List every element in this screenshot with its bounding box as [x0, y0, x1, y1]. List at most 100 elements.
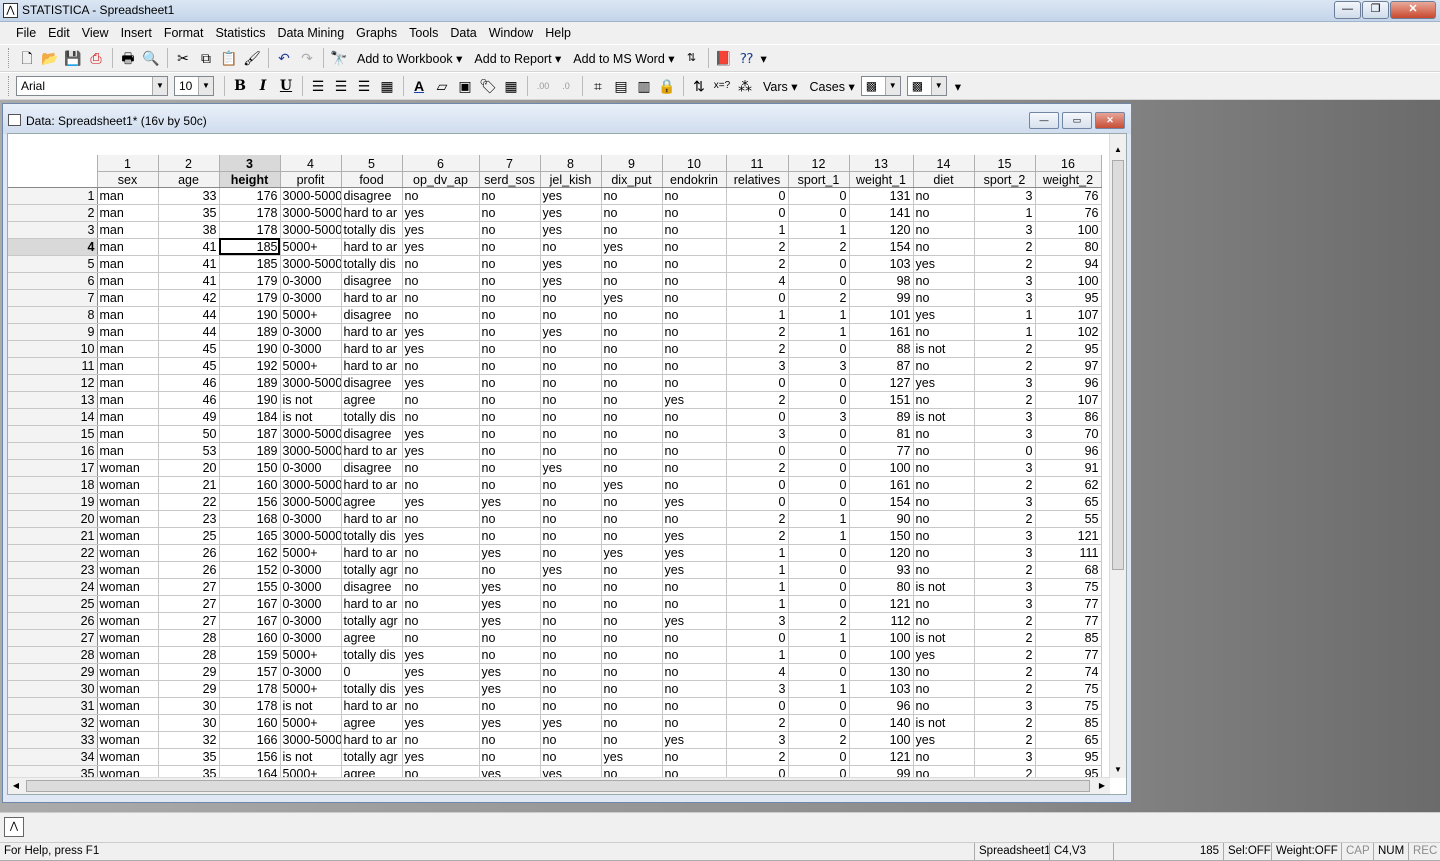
cell[interactable]: no: [913, 204, 975, 222]
cell[interactable]: 0: [788, 476, 850, 494]
column-header-food[interactable]: food: [341, 171, 403, 188]
cell[interactable]: yes: [402, 748, 480, 766]
cell[interactable]: no: [540, 408, 602, 426]
paste-icon[interactable]: 📋: [218, 47, 240, 69]
cell[interactable]: no: [601, 221, 663, 239]
cell[interactable]: 0: [788, 374, 850, 392]
cell[interactable]: 33: [158, 187, 220, 205]
cell[interactable]: no: [479, 459, 541, 477]
cell[interactable]: 2: [974, 714, 1036, 732]
cell[interactable]: no: [479, 272, 541, 290]
cell[interactable]: yes: [402, 238, 480, 256]
column-header-diet[interactable]: diet: [913, 171, 975, 188]
cell[interactable]: 1: [726, 578, 789, 596]
cell[interactable]: 3000-5000: [280, 527, 342, 545]
cell[interactable]: 1: [726, 561, 789, 579]
cell[interactable]: no: [601, 578, 663, 596]
cell[interactable]: yes: [601, 238, 663, 256]
cell[interactable]: man: [97, 374, 159, 392]
cell[interactable]: no: [402, 595, 480, 613]
cell[interactable]: hard to ar: [341, 544, 403, 562]
cell[interactable]: totally agr: [341, 748, 403, 766]
cell[interactable]: yes: [540, 714, 602, 732]
cell[interactable]: 165: [219, 527, 281, 545]
cell[interactable]: no: [601, 459, 663, 477]
column-header-endokrin[interactable]: endokrin: [662, 171, 727, 188]
spreadsheet-specs-icon[interactable]: ▤: [610, 75, 632, 97]
borders-icon[interactable]: ▣: [454, 75, 476, 97]
cell[interactable]: 0: [788, 442, 850, 460]
undo-icon[interactable]: ↶: [273, 47, 295, 69]
cell[interactable]: woman: [97, 561, 159, 579]
cell[interactable]: 75: [1035, 697, 1102, 715]
row-header[interactable]: 31: [8, 697, 98, 715]
cell[interactable]: no: [479, 323, 541, 341]
cell[interactable]: disagree: [341, 374, 403, 392]
toolbar-options-chevron-icon[interactable]: ▾: [759, 51, 769, 66]
cell[interactable]: no: [540, 527, 602, 545]
cell[interactable]: no: [540, 374, 602, 392]
cell[interactable]: 155: [219, 578, 281, 596]
copy-icon[interactable]: ⧉: [195, 47, 217, 69]
cell[interactable]: man: [97, 425, 159, 443]
cell[interactable]: disagree: [341, 187, 403, 205]
cell[interactable]: 28: [158, 646, 220, 664]
cell[interactable]: 3000-5000: [280, 493, 342, 511]
cell[interactable]: is not: [913, 578, 975, 596]
cell[interactable]: 0: [726, 204, 789, 222]
cell[interactable]: 45: [158, 340, 220, 358]
cell[interactable]: 0: [726, 408, 789, 426]
cell[interactable]: no: [913, 459, 975, 477]
menu-tools[interactable]: Tools: [403, 26, 444, 40]
cell[interactable]: no: [540, 544, 602, 562]
cell[interactable]: 1: [726, 544, 789, 562]
cell[interactable]: 86: [1035, 408, 1102, 426]
cell[interactable]: 2: [974, 663, 1036, 681]
cell[interactable]: no: [601, 408, 663, 426]
cell[interactable]: 45: [158, 357, 220, 375]
cell[interactable]: no: [479, 289, 541, 307]
cell[interactable]: 111: [1035, 544, 1102, 562]
cell[interactable]: woman: [97, 510, 159, 528]
cell[interactable]: 3: [726, 612, 789, 630]
cell[interactable]: no: [913, 357, 975, 375]
cell[interactable]: woman: [97, 595, 159, 613]
cell[interactable]: no: [540, 629, 602, 647]
cell[interactable]: no: [601, 187, 663, 205]
cell[interactable]: no: [540, 391, 602, 409]
cell[interactable]: 1: [788, 527, 850, 545]
cell[interactable]: 27: [158, 612, 220, 630]
cell[interactable]: 154: [849, 493, 914, 511]
cell[interactable]: 0: [788, 187, 850, 205]
cell[interactable]: 68: [1035, 561, 1102, 579]
cell[interactable]: yes: [479, 663, 541, 681]
cell[interactable]: 98: [849, 272, 914, 290]
case-names-icon[interactable]: ▥: [633, 75, 655, 97]
cell[interactable]: 2: [788, 238, 850, 256]
cell[interactable]: no: [601, 272, 663, 290]
cell[interactable]: 5000+: [280, 544, 342, 562]
cell[interactable]: is not: [913, 629, 975, 647]
cell[interactable]: 27: [158, 578, 220, 596]
cell[interactable]: no: [540, 493, 602, 511]
cell[interactable]: 1: [726, 221, 789, 239]
cell[interactable]: agree: [341, 714, 403, 732]
cell[interactable]: man: [97, 323, 159, 341]
cell[interactable]: 152: [219, 561, 281, 579]
cell[interactable]: totally dis: [341, 646, 403, 664]
cell[interactable]: no: [662, 221, 727, 239]
cell[interactable]: 2: [974, 238, 1036, 256]
row-header[interactable]: 5: [8, 255, 98, 273]
scroll-left-icon[interactable]: ◀: [8, 778, 24, 794]
cell[interactable]: no: [540, 476, 602, 494]
cell[interactable]: 189: [219, 323, 281, 341]
column-header-profit[interactable]: profit: [280, 171, 342, 188]
cell[interactable]: 96: [1035, 442, 1102, 460]
cell[interactable]: 3: [974, 493, 1036, 511]
cell[interactable]: 0-3000: [280, 272, 342, 290]
new-icon[interactable]: 🗋: [16, 47, 38, 69]
cell[interactable]: 29: [158, 680, 220, 698]
cell[interactable]: 0-3000: [280, 561, 342, 579]
cell[interactable]: 2: [974, 510, 1036, 528]
cell[interactable]: no: [601, 527, 663, 545]
